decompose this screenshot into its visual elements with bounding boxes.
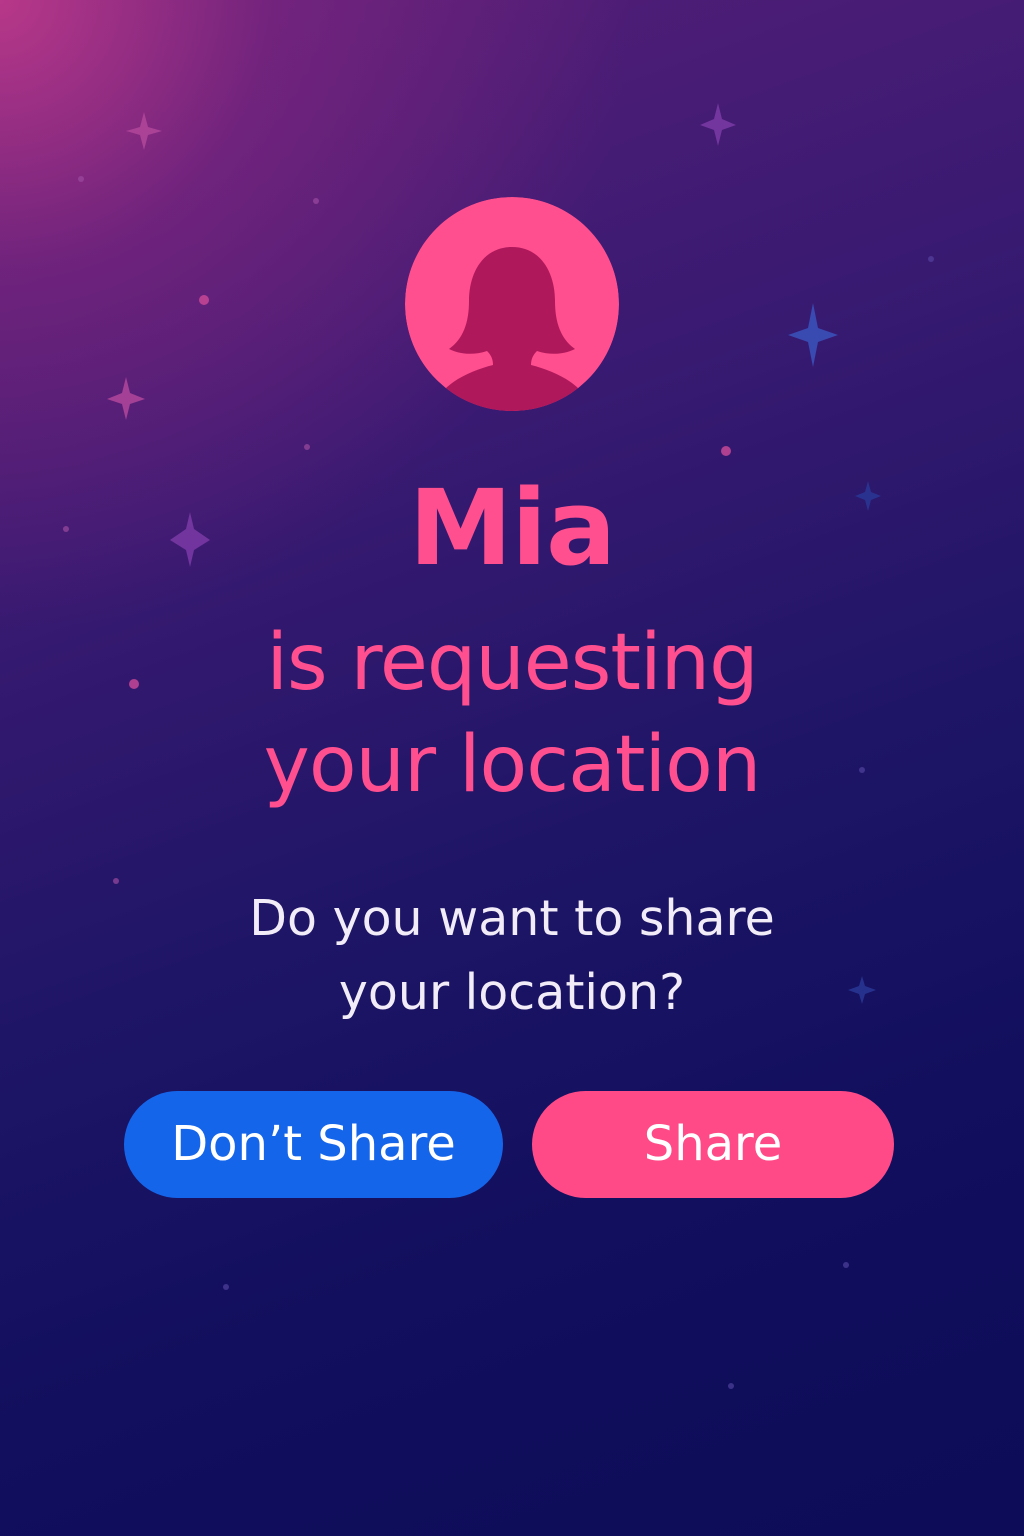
star-dot	[728, 1383, 734, 1389]
location-request-screen: Mia is requesting your location Do you w…	[0, 0, 1024, 1536]
dont-share-button[interactable]: Don’t Share	[124, 1091, 503, 1198]
request-message-line-1: is requesting	[266, 618, 758, 708]
sparkle-icon	[788, 303, 838, 367]
star-dot	[721, 446, 731, 456]
star-dot	[928, 256, 934, 262]
request-message-line-2: your location	[263, 720, 762, 810]
requester-name: Mia	[408, 467, 616, 589]
star-dot	[78, 176, 84, 182]
star-dot	[843, 1262, 849, 1268]
avatar	[405, 197, 619, 411]
star-dot	[223, 1284, 229, 1290]
sparkle-icon	[107, 377, 145, 420]
star-dot	[313, 198, 319, 204]
star-dot	[304, 444, 310, 450]
share-question-line-1: Do you want to share	[249, 890, 775, 947]
sparkle-icon	[700, 103, 736, 146]
sparkle-icon	[126, 112, 162, 150]
request-message: is requesting your location	[0, 612, 1024, 816]
share-question-line-2: your location?	[338, 964, 686, 1021]
person-silhouette-icon	[405, 197, 619, 411]
share-button[interactable]: Share	[532, 1091, 894, 1198]
share-question: Do you want to share your location?	[0, 882, 1024, 1030]
star-dot	[199, 295, 209, 305]
